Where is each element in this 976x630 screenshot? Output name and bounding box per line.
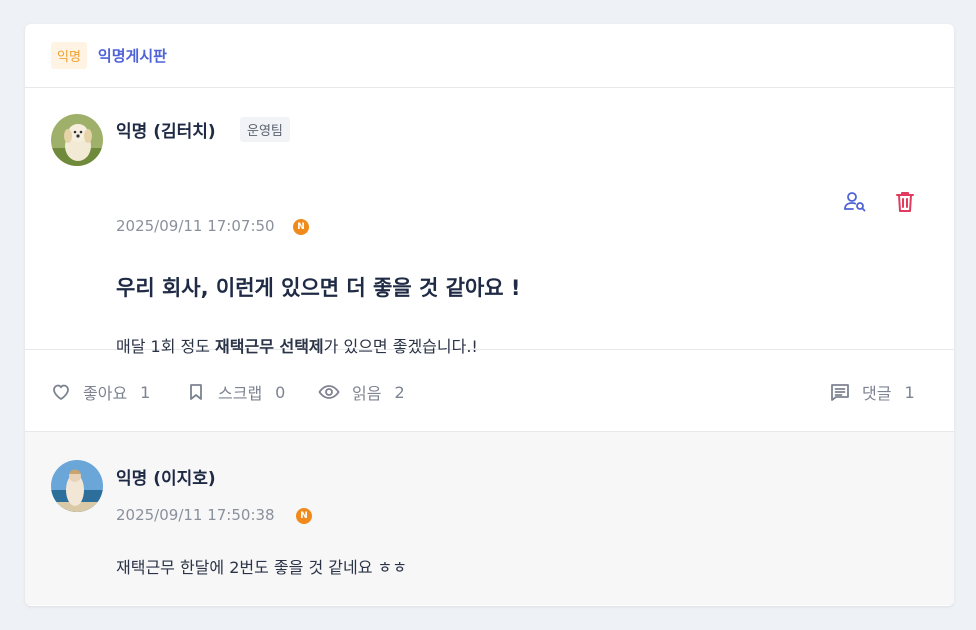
team-badge: 운영팀 (240, 117, 290, 142)
heart-icon (53, 384, 69, 400)
scrap-label: 스크랩 (218, 384, 263, 403)
comment-new-badge: N (296, 508, 312, 524)
comment-stat[interactable]: 댓글 1 (830, 380, 915, 404)
board-name-link[interactable]: 익명게시판 (98, 45, 167, 66)
comment-timestamp: 2025/09/11 17:50:38 (116, 506, 275, 524)
scrap-count: 0 (275, 382, 286, 402)
comment-item: 익명 (이지호) 2025/09/11 17:50:38 N 재택근무 한달에 … (25, 432, 954, 605)
delete-icon[interactable] (892, 189, 918, 215)
comment-count: 1 (904, 382, 915, 402)
comment-avatar[interactable] (51, 460, 103, 512)
comment-label: 댓글 (862, 384, 892, 403)
post: 익명 (김터치) 운영팀 2025/09/11 17:07:50 N 우리 회사… (25, 88, 954, 356)
read-label: 읽음 (352, 384, 382, 403)
card-header: 익명 익명게시판 (25, 24, 954, 88)
new-badge: N (293, 219, 309, 235)
post-title: 우리 회사, 이런게 있으면 더 좋을 것 같아요 ! (116, 276, 521, 300)
eye-icon (318, 385, 340, 399)
like-label: 좋아요 (83, 384, 128, 403)
post-card: 익명 익명게시판 익명 (김터치) 운영팀 2025/09/11 17:07:5… (25, 24, 954, 606)
comment-body: 재택근무 한달에 2번도 좋을 것 같네요 ㅎㅎ (116, 558, 407, 577)
like-button[interactable]: 좋아요 1 (51, 380, 150, 404)
anon-badge: 익명 (51, 42, 87, 69)
author-name: 익명 (김터치) (116, 122, 216, 142)
user-search-icon[interactable] (842, 189, 868, 215)
comment-author-name: 익명 (이지호) (116, 469, 216, 489)
comment-icon (831, 384, 849, 401)
read-count: 2 (394, 382, 405, 402)
author-avatar[interactable] (51, 114, 103, 166)
read-stat[interactable]: 읽음 2 (318, 380, 405, 404)
post-timestamp: 2025/09/11 17:07:50 (116, 217, 275, 235)
post-stats: 좋아요 1 스크랩 0 읽음 2 댓글 1 (25, 350, 954, 432)
scrap-button[interactable]: 스크랩 0 (186, 380, 285, 404)
like-count: 1 (140, 382, 151, 402)
bookmark-icon (190, 384, 202, 400)
